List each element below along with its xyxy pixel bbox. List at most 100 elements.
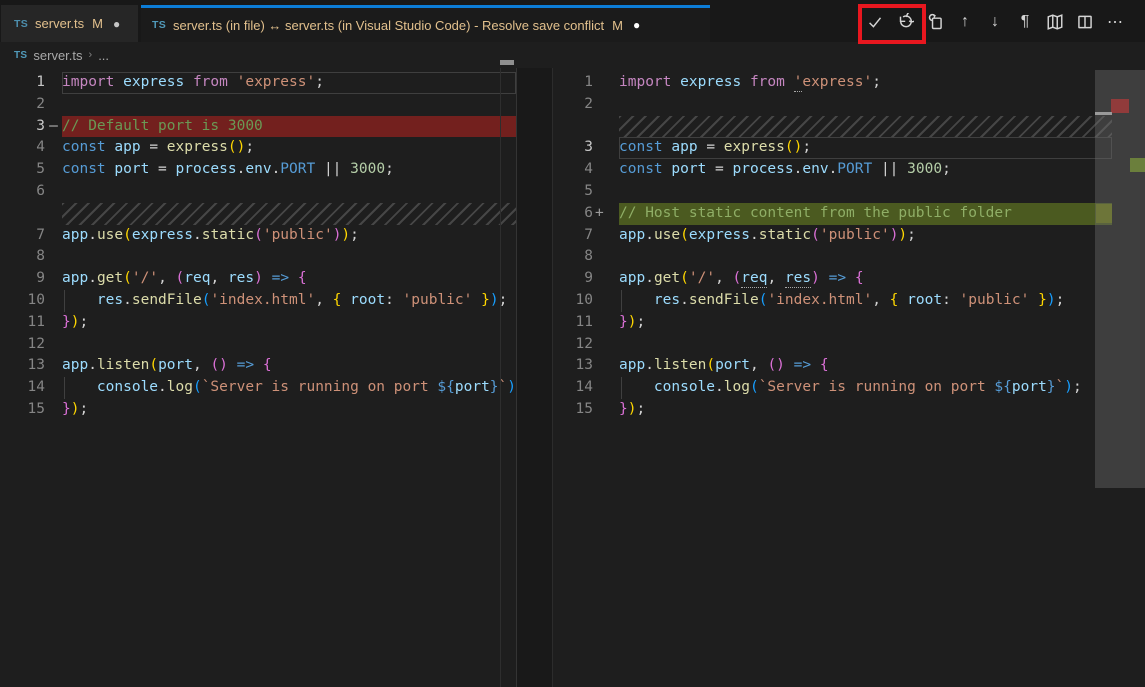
code-line[interactable]: 14 console.log(`Server is running on por…	[553, 377, 1145, 399]
breadcrumb-file[interactable]: server.ts	[33, 48, 82, 63]
minimap-scrollbar[interactable]	[1095, 70, 1145, 488]
minimap-removed-marker	[1111, 99, 1129, 113]
line-number[interactable]: 15	[0, 399, 45, 421]
line-number[interactable]: 6	[553, 203, 593, 225]
diff-sign	[593, 312, 606, 334]
line-number[interactable]: 12	[0, 334, 45, 356]
tab-server-ts[interactable]: TS server.ts M ●	[1, 5, 138, 42]
diff-sign	[593, 268, 606, 290]
code-line[interactable]: 13 app.listen(port, () => {	[0, 355, 516, 377]
code-text: console.log(`Server is running on port $…	[62, 377, 516, 399]
code-line[interactable]: 3const app = express();	[553, 137, 1145, 159]
line-number[interactable]: 12	[553, 334, 593, 356]
line-number[interactable]: 14	[553, 377, 593, 399]
line-number[interactable]: 5	[553, 181, 593, 203]
previous-change-icon[interactable]: ↑	[955, 7, 975, 37]
code-line[interactable]: 1import express from 'express';	[553, 72, 1145, 94]
line-number[interactable]: 15	[553, 399, 593, 421]
code-text: });	[62, 312, 516, 334]
code-line[interactable]: 1import express from 'express';	[0, 72, 516, 94]
next-change-icon[interactable]: ↓	[985, 7, 1005, 37]
discard-icon[interactable]	[895, 7, 915, 37]
code-line[interactable]: 14 console.log(`Server is running on por…	[0, 377, 516, 399]
line-number[interactable]: 9	[553, 268, 593, 290]
line-number[interactable]: 11	[553, 312, 593, 334]
line-number[interactable]: 9	[0, 268, 45, 290]
line-number[interactable]: 10	[0, 290, 45, 312]
left-scrollbar-thumb[interactable]	[500, 60, 514, 65]
code-line[interactable]: 11});	[553, 312, 1145, 334]
code-line[interactable]: 12	[0, 334, 516, 356]
indent-guide	[621, 290, 622, 312]
code-line[interactable]: 2	[0, 94, 516, 116]
editor-toolbar: ↑ ↓ ¶ ⋯	[865, 7, 1125, 37]
tab-title: server.ts (in file) ↔ server.ts (in Visu…	[173, 18, 604, 33]
code-line[interactable]: 15});	[553, 399, 1145, 421]
diff-sign	[45, 312, 62, 334]
modified-badge: M	[612, 18, 623, 33]
line-number[interactable]: 13	[0, 355, 45, 377]
more-actions-icon[interactable]: ⋯	[1105, 7, 1125, 37]
code-line[interactable]: 8	[0, 246, 516, 268]
code-line[interactable]: 10 res.sendFile('index.html', { root: 'p…	[0, 290, 516, 312]
code-line[interactable]: 9app.get('/', (req, res) => {	[0, 268, 516, 290]
accessible-diff-viewer-icon[interactable]	[1045, 7, 1065, 37]
line-number[interactable]: 14	[0, 377, 45, 399]
code-text: const app = express();	[62, 137, 516, 159]
code-line[interactable]: 4const port = process.env.PORT || 3000;	[553, 159, 1145, 181]
tab-resolve-save-conflict[interactable]: TS server.ts (in file) ↔ server.ts (in V…	[141, 5, 710, 42]
code-line[interactable]: 5const port = process.env.PORT || 3000;	[0, 159, 516, 181]
code-line[interactable]: 7app.use(express.static('public'));	[553, 225, 1145, 247]
modified-editor-pane[interactable]: 1import express from 'express';2 3const a…	[553, 68, 1145, 687]
line-number[interactable]: 5	[0, 159, 45, 181]
dirty-indicator-icon[interactable]: ●	[633, 18, 640, 32]
line-number[interactable]: 8	[553, 246, 593, 268]
code-line[interactable]: 12	[553, 334, 1145, 356]
line-number[interactable]: 8	[0, 246, 45, 268]
diff-sign	[45, 399, 62, 421]
code-line[interactable]: 2	[553, 94, 1145, 116]
code-line[interactable]: 11});	[0, 312, 516, 334]
dirty-indicator-icon[interactable]: ●	[113, 17, 120, 31]
line-number[interactable]: 11	[0, 312, 45, 334]
code-text: app.listen(port, () => {	[62, 355, 516, 377]
code-text	[62, 203, 516, 225]
diff-sign	[593, 159, 606, 181]
code-text: res.sendFile('index.html', { root: 'publ…	[619, 290, 1112, 312]
line-number[interactable]: 4	[553, 159, 593, 181]
split-editor-icon[interactable]	[1075, 7, 1095, 37]
toggle-whitespace-icon[interactable]: ¶	[1015, 7, 1035, 37]
diff-sign	[593, 355, 606, 377]
line-number[interactable]: 1	[0, 72, 45, 94]
line-number[interactable]: 10	[553, 290, 593, 312]
code-line[interactable]: 8	[553, 246, 1145, 268]
code-line[interactable]: 10 res.sendFile('index.html', { root: 'p…	[553, 290, 1145, 312]
code-line[interactable]: 5	[553, 181, 1145, 203]
code-text	[62, 334, 516, 356]
code-line[interactable]: 15});	[0, 399, 516, 421]
original-editor-pane[interactable]: 1import express from 'express';23—// Def…	[0, 68, 516, 687]
diff-sign	[45, 377, 62, 399]
line-number[interactable]: 13	[553, 355, 593, 377]
code-line[interactable]: 4 const app = express();	[0, 137, 516, 159]
code-line[interactable]: 7app.use(express.static('public'));	[0, 225, 516, 247]
line-number[interactable]: 6	[0, 181, 45, 203]
line-number[interactable]: 2	[0, 94, 45, 116]
code-line[interactable]: 6	[0, 181, 516, 203]
open-changes-icon[interactable]	[925, 7, 945, 37]
line-number[interactable]: 3	[553, 137, 593, 159]
accept-merge-icon[interactable]	[865, 7, 885, 37]
code-line[interactable]: 3—// Default port is 3000	[0, 116, 516, 138]
line-number[interactable]: 1	[553, 72, 593, 94]
diff-sign	[593, 116, 606, 138]
line-number[interactable]: 2	[553, 94, 593, 116]
code-line[interactable]: 13app.listen(port, () => {	[553, 355, 1145, 377]
line-number[interactable]: 4	[0, 137, 45, 159]
breadcrumb-symbol-ellipsis[interactable]: ...	[98, 48, 109, 63]
code-line[interactable]: 6+// Host static content from the public…	[553, 203, 1145, 225]
code-line[interactable]: 9app.get('/', (req, res) => {	[553, 268, 1145, 290]
line-number[interactable]: 7	[0, 225, 45, 247]
line-number[interactable]: 3	[0, 116, 45, 138]
diff-sign	[45, 181, 62, 203]
line-number[interactable]: 7	[553, 225, 593, 247]
